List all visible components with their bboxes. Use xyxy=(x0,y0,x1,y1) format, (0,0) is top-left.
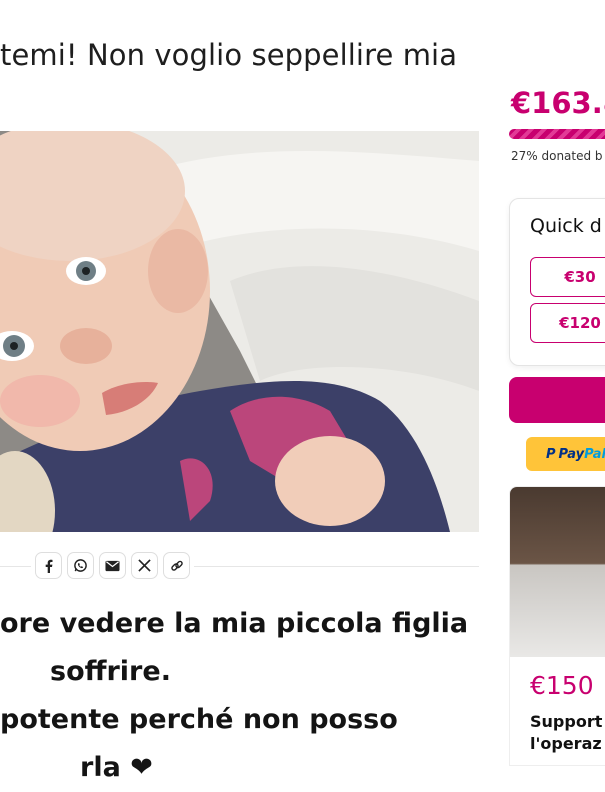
quick-donate-amount-button[interactable]: €30 xyxy=(530,257,605,297)
story-line: rla ❤ xyxy=(80,752,153,783)
share-bar xyxy=(31,552,194,579)
campaign-story: ore vedere la mia piccola figlia soffrir… xyxy=(0,600,479,792)
x-icon xyxy=(138,559,151,572)
progress-bar xyxy=(509,129,605,139)
facebook-icon xyxy=(42,559,56,573)
related-campaign-title-line: l'operaz xyxy=(530,734,602,753)
share-x-button[interactable] xyxy=(131,552,158,579)
donated-percent-text: 27% donated b xyxy=(511,149,603,163)
related-campaign-title-line: Support xyxy=(530,712,603,731)
quick-donate-card: Quick d €30 €120 xyxy=(509,198,605,366)
share-facebook-button[interactable] xyxy=(35,552,62,579)
paypal-label-part1: Pay xyxy=(558,446,585,462)
share-whatsapp-button[interactable] xyxy=(67,552,94,579)
story-line: potente perché non posso xyxy=(0,704,398,735)
quick-donate-amount-button[interactable]: €120 xyxy=(530,303,605,343)
related-campaign-card[interactable]: €150 Support l'operaz xyxy=(509,486,605,766)
share-link-button[interactable] xyxy=(163,552,190,579)
quick-donate-title: Quick d xyxy=(530,215,602,237)
related-campaign-image xyxy=(510,487,605,657)
paypal-icon: P xyxy=(546,446,556,462)
related-campaign-amount: €150 xyxy=(530,671,594,700)
donate-button[interactable] xyxy=(509,377,605,423)
paypal-label-part2: Pal xyxy=(584,446,605,462)
campaign-photo xyxy=(0,131,479,532)
email-icon xyxy=(105,560,120,572)
campaign-title: temi! Non voglio seppellire mia xyxy=(0,38,458,72)
share-email-button[interactable] xyxy=(99,552,126,579)
link-icon xyxy=(170,559,184,573)
story-line: ore vedere la mia piccola figlia xyxy=(0,608,469,639)
raised-amount: €163.8 xyxy=(511,86,605,120)
related-campaign-title: Support l'operaz xyxy=(530,711,602,755)
story-line: soffrire. xyxy=(50,656,171,687)
paypal-button[interactable]: P Pay Pal xyxy=(526,437,605,471)
whatsapp-icon xyxy=(73,558,88,573)
